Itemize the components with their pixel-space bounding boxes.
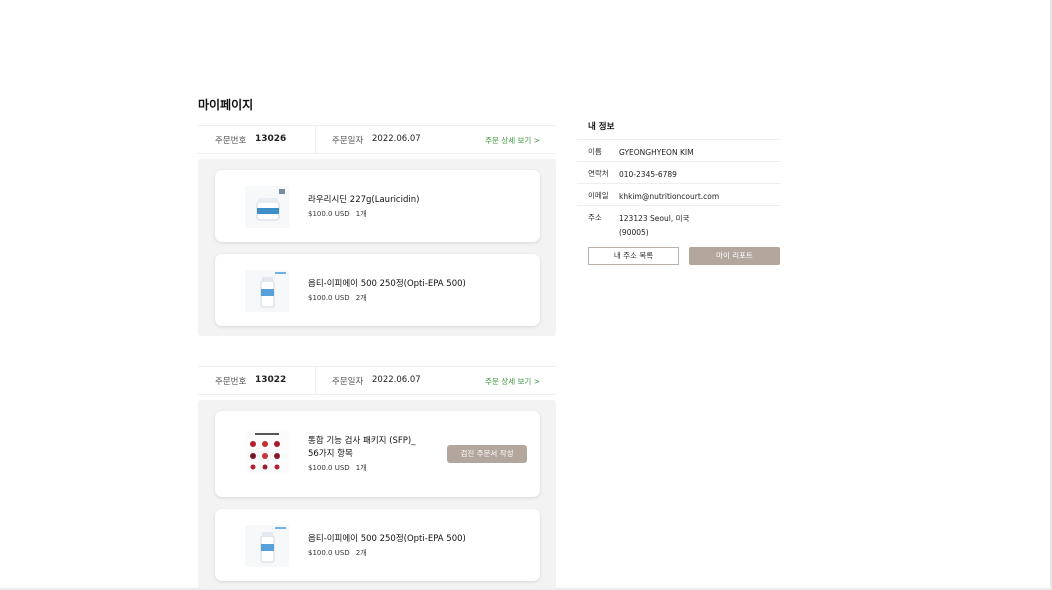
info-value: GYEONGHYEON KIM [619,148,694,157]
page-title: 마이페이지 [198,98,254,112]
my-info-panel: 내 정보 이름 GYEONGHYEON KIM 연락처 010-2345-678… [577,120,781,265]
order-number-label: 주문번호 [215,377,247,387]
info-label: 주소 [588,213,602,222]
info-label: 이름 [588,147,602,156]
item-qty: 2개 [355,294,367,302]
item-price: $100.0 USD [308,210,350,218]
info-row-phone: 연락처 010-2345-6789 [577,161,781,183]
info-row-address: 주소 123123 Seoul, 미국 (90005) [577,205,781,240]
order-date: 2022.06.07 [372,134,421,144]
order-header: 주문번호 13026 주문일자 2022.06.07 주문 상세 보기 > [198,125,556,154]
item-name: 옵티-이피에이 500 250정(Opti-EPA 500) [308,279,466,289]
order-detail-link[interactable]: 주문 상세 보기 > [485,135,540,146]
item-price-qty: $100.0 USD 1개 [308,209,367,219]
item-price-qty: $100.0 USD 1개 [308,463,367,473]
address-postal: (90005) [619,228,649,237]
item-price: $100.0 USD [308,549,350,557]
address-list-button[interactable]: 내 주소 목록 [588,247,679,265]
divider [315,367,316,394]
item-price-qty: $100.0 USD 2개 [308,293,367,303]
order-detail-link[interactable]: 주문 상세 보기 > [485,376,540,387]
info-value: 123123 Seoul, 미국 (90005) [619,212,689,240]
order-header: 주문번호 13022 주문일자 2022.06.07 주문 상세 보기 > [198,366,556,395]
item-qty: 1개 [355,210,367,218]
item-price: $100.0 USD [308,294,350,302]
order-card: 주문번호 13022 주문일자 2022.06.07 주문 상세 보기 > 통합… [198,366,556,589]
write-checkup-form-button[interactable]: 검진 주문서 작성 [447,445,527,463]
my-info-title: 내 정보 [588,122,615,132]
item-price-qty: $100.0 USD 2개 [308,548,367,558]
my-report-button[interactable]: 마이 리포트 [689,247,780,265]
item-name: 옵티-이피에이 500 250정(Opti-EPA 500) [308,534,466,544]
item-name: 라우리시딘 227g(Lauricidin) [308,195,420,205]
jar-icon [245,186,289,228]
info-row-email: 이메일 khkim@nutritioncourt.com [577,183,781,205]
order-number: 13026 [255,134,287,144]
order-item[interactable]: 옵티-이피에이 500 250정(Opti-EPA 500) $100.0 US… [215,254,540,326]
bottle-icon [245,525,289,567]
order-item[interactable]: 라우리시딘 227g(Lauricidin) $100.0 USD 1개 [215,170,540,242]
info-row-name: 이름 GYEONGHYEON KIM [577,139,781,161]
order-date: 2022.06.07 [372,375,421,385]
order-date-label: 주문일자 [332,377,364,387]
test-kit-icon [245,431,289,473]
info-value: 010-2345-6789 [619,170,677,179]
item-qty: 2개 [355,549,367,557]
divider [315,126,316,153]
info-label: 연락처 [588,169,609,178]
bottle-icon [245,270,289,312]
order-item[interactable]: 통합 기능 검사 패키지 (SFP)_ 56가지 항목 $100.0 USD 1개… [215,411,540,497]
info-value: khkim@nutritioncourt.com [619,192,720,201]
info-actions: 내 주소 목록 마이 리포트 [588,247,781,265]
item-qty: 1개 [355,464,367,472]
item-price: $100.0 USD [308,464,350,472]
order-item[interactable]: 옵티-이피에이 500 250정(Opti-EPA 500) $100.0 US… [215,509,540,581]
item-name: 통합 기능 검사 패키지 (SFP)_ 56가지 항목 [308,436,416,459]
order-card: 주문번호 13026 주문일자 2022.06.07 주문 상세 보기 > 라우… [198,125,556,336]
order-number: 13022 [255,375,287,385]
address-line: 123123 Seoul, 미국 [619,214,690,223]
order-items: 통합 기능 검사 패키지 (SFP)_ 56가지 항목 $100.0 USD 1개… [198,400,556,589]
order-items: 라우리시딘 227g(Lauricidin) $100.0 USD 1개 옵티-이… [198,159,556,336]
order-date-label: 주문일자 [332,136,364,146]
order-number-label: 주문번호 [215,136,247,146]
info-label: 이메일 [588,191,609,200]
